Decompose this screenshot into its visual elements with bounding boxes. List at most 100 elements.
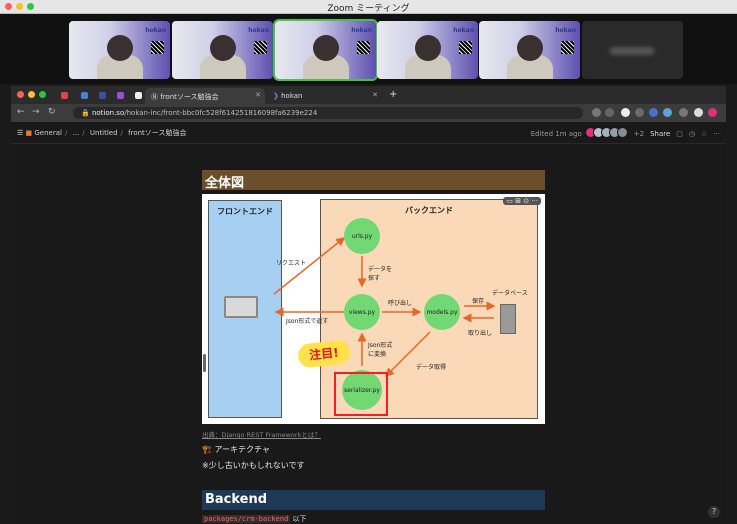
zoom-title-bar: Zoom ミーティング [0,0,737,14]
notion-topbar: ☰ ■ General / ... / Untitled / frontソース勉強会 … [11,122,726,144]
hokan-logo: hokan [453,27,474,34]
url-path: /hokan-inc/front-bbc0fc528f614251816098f… [124,109,318,117]
profile-avatar[interactable] [708,108,717,117]
participant-tile[interactable]: hokan [479,21,580,79]
qr-code-icon [151,41,164,54]
lock-icon: 🔒 [81,109,92,117]
architecture-line: 🏗️ アーキテクチャ [202,445,270,454]
notion-page: 全体図 フロントエンド バックエンド urls.py views.py mode… [11,144,726,524]
participant-tile-active-speaker[interactable]: hokan [273,19,378,81]
forward-arrow-icon[interactable]: → [32,107,40,117]
share-button[interactable]: Share [650,130,670,138]
participant-head [415,35,441,61]
label-save: 保存 [472,298,485,305]
label-call: 呼び出し [388,300,413,307]
back-arrow-icon[interactable]: ← [17,107,25,117]
label-request: リクエスト [276,260,307,267]
image-resize-handle[interactable] [203,354,206,372]
address-bar[interactable]: 🔒 notion.so/hokan-inc/front-bbc0fc528f61… [73,107,583,119]
label-find-data: データを 探す [368,266,393,282]
extension-icon[interactable] [635,108,644,117]
qr-code-icon [357,41,370,54]
puzzle-extensions-icon[interactable] [679,108,688,117]
image-caption-link[interactable]: 出典：Django REST Frameworkとは？ [202,429,321,439]
help-button[interactable]: ? [708,506,720,518]
image-toolbar[interactable]: ▭ ⊞ ⊙ ··· [503,197,541,205]
hokan-logo: hokan [555,27,576,34]
breadcrumb-item-untitled[interactable]: Untitled [90,129,118,137]
label-json-convert: Json形式 に変換 [368,342,393,358]
serializer-highlight-box [334,372,388,416]
participant-head [313,35,339,61]
extra-collaborators-count[interactable]: +2 [634,130,644,138]
close-window-button[interactable] [17,91,24,98]
heading-overview: 全体図 [202,170,545,191]
breadcrumb: ☰ ■ General / ... / Untitled / frontソース勉強会 [17,129,187,137]
tab-label: hokan [281,92,303,100]
hokan-logo: hokan [145,27,166,34]
new-tab-button[interactable]: + [383,88,403,104]
more-options-icon[interactable]: ··· [713,130,720,138]
breadcrumb-item-general[interactable]: General [34,129,62,137]
url-domain: notion.so [91,109,125,117]
extension-icon[interactable] [649,108,658,117]
close-tab-icon[interactable]: ✕ [255,91,261,99]
extension-icon[interactable] [663,108,672,117]
hokan-tab-icon: ❯ [273,92,282,100]
close-tab-icon[interactable]: ✕ [372,91,378,99]
sidebar-icon[interactable] [694,108,703,117]
architecture-diagram-image[interactable]: フロントエンド バックエンド urls.py views.py models.p… [202,194,545,424]
participant-tile[interactable]: hokan [69,21,170,79]
note-line: ※少し古いかもしれないです [202,461,305,470]
label-data-get: データ取得 [416,364,447,371]
hokan-logo: hokan [351,27,372,34]
models-node: models.py [424,294,460,330]
notion-icon: Ⓝ [151,93,161,101]
tab-label: frontソース勉強会 [160,93,219,101]
qr-code-icon [254,41,267,54]
menu-icon[interactable]: ☰ [17,129,26,137]
participant-head [517,35,543,61]
tab-front-source[interactable]: Ⓝ frontソース勉強会 ✕ [145,88,265,104]
participant-tile-video-off[interactable] [582,21,683,79]
breadcrumb-item-ellipsis[interactable]: ... [73,129,80,137]
pinned-tab-icon[interactable] [99,92,106,99]
participant-head [210,35,236,61]
qr-code-icon [561,41,574,54]
reload-icon[interactable]: ↻ [48,107,56,117]
chrome-window: Ⓝ frontソース勉強会 ✕ ❯ hokan ✕ + ← → ↻ 🔒 noti… [11,86,726,524]
zoom-window-title: Zoom ミーティング [327,4,410,14]
favorite-star-icon[interactable]: ☆ [701,130,707,138]
slack-tab-icon[interactable] [117,92,124,99]
urls-node: urls.py [344,218,380,254]
star-icon[interactable] [605,108,614,117]
notion-tab-icon[interactable] [135,92,142,99]
label-json-return: Json形式で返す [286,318,329,325]
tab-strip: Ⓝ frontソース勉強会 ✕ ❯ hokan ✕ + [11,86,726,104]
participant-head [107,35,133,61]
hokan-logo: hokan [248,27,269,34]
extension-icon[interactable] [621,108,630,117]
label-take-out: 取り出し [468,330,493,337]
collaborator-avatars[interactable] [584,127,628,140]
tab-hokan[interactable]: ❯ hokan ✕ [267,88,382,104]
workspace-icon: ■ [25,129,33,137]
edited-status: Edited 1m ago [530,129,582,138]
code-path-line: packages/crm-backend 以下 [202,514,307,524]
database-icon [500,304,516,334]
zoom-window-button[interactable] [39,91,46,98]
comment-icon[interactable]: ▢ [676,130,683,138]
pinned-tab-icon[interactable] [81,92,88,99]
share-icon[interactable] [592,108,601,117]
views-node: views.py [344,294,380,330]
gmail-tab-icon[interactable] [61,92,68,99]
label-database: データベース [492,290,528,297]
participant-tile[interactable]: hokan [172,21,273,79]
breadcrumb-item-current[interactable]: frontソース勉強会 [128,129,186,137]
history-icon[interactable]: ◷ [689,130,695,138]
participant-tile[interactable]: hokan [377,21,478,79]
participant-gallery: hokan hokan hokan hokan hokan [0,14,737,84]
minimize-window-button[interactable] [28,91,35,98]
qr-code-icon [459,41,472,54]
participant-name-blurred [610,47,654,55]
